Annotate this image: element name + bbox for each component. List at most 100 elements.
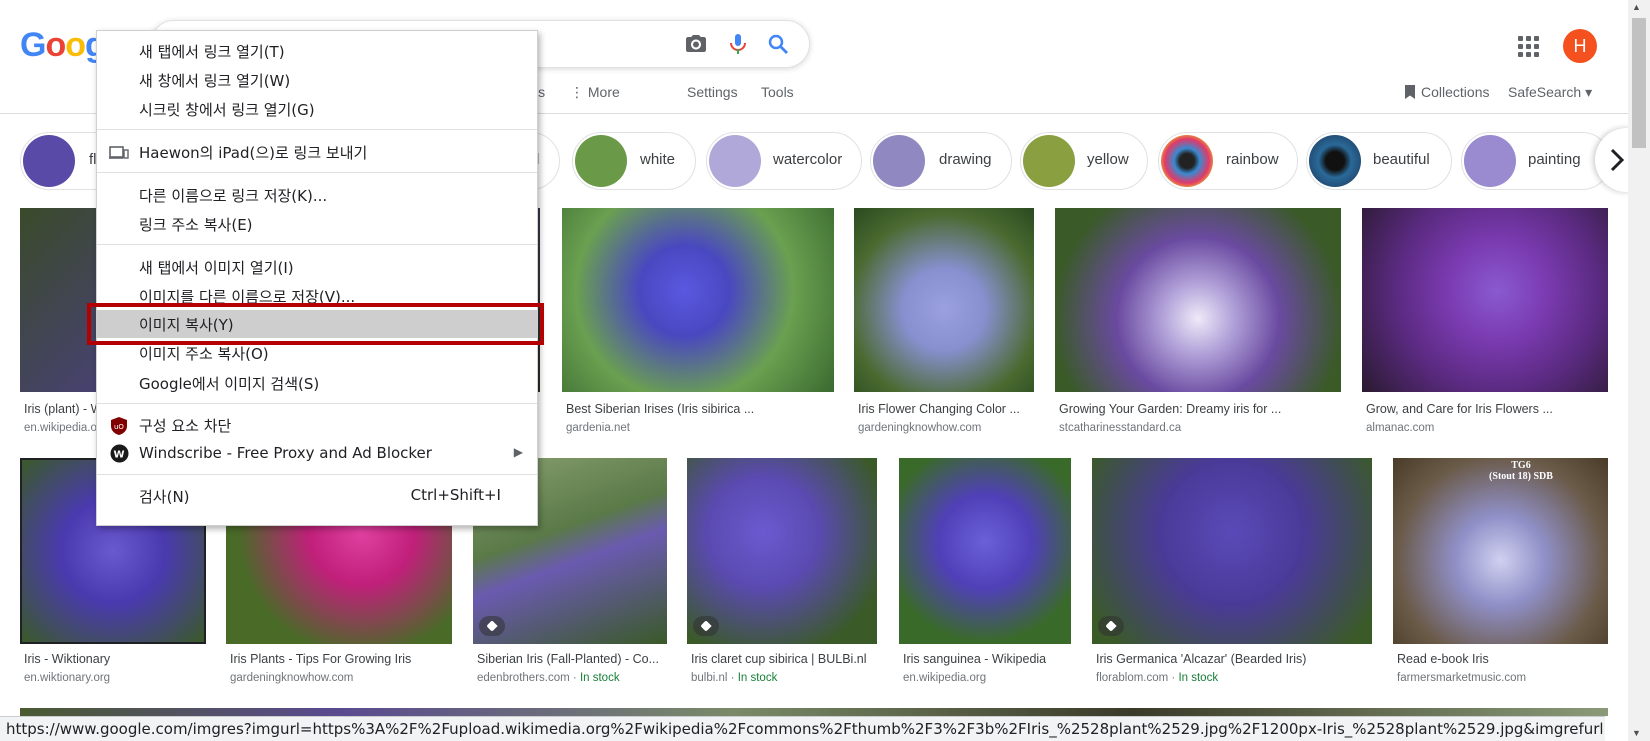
camera-icon[interactable] [684,32,708,56]
menu-item-label: Windscribe - Free Proxy and Ad Blocker [139,444,432,462]
result-card[interactable]: Iris Flower Changing Color ... gardening… [854,208,1034,438]
menu-send-to-device[interactable]: Haewon의 iPad(으)로 링크 보내기 [97,138,537,166]
nav-more[interactable]: ⋮ More [570,84,620,101]
chip-thumbnail [1023,135,1075,187]
result-source: farmersmarketmusic.com [1397,672,1527,684]
chip-label: white [640,151,676,168]
result-image[interactable] [1393,458,1608,644]
result-card[interactable]: TG6 (Stout 18) SDB Read e-book Iris farm… [1393,458,1608,688]
search-icon[interactable] [766,32,790,56]
menu-item-label: 이미지 주소 복사(O) [139,345,269,363]
result-source: almanac.com [1366,422,1435,434]
result-source: stcatharinesstandard.ca [1059,422,1182,434]
result-title[interactable]: Read e-book Iris [1397,652,1489,666]
nav-collections[interactable]: Collections [1405,84,1489,100]
chip-label: beautiful [1373,151,1430,168]
menu-item-label: 새 탭에서 이미지 열기(I) [139,259,294,277]
result-image[interactable] [854,208,1034,392]
menu-item-label: 구성 요소 차단 [139,417,232,435]
chip-yellow[interactable]: yellow [1020,132,1148,190]
menu-copy-link-address[interactable]: 링크 주소 복사(E) [97,210,537,238]
highlight-annotation-box [87,303,544,345]
source-domain: florablom.com [1096,672,1169,684]
stock-status: In stock [1178,672,1219,684]
svg-text:W: W [114,450,125,461]
menu-item-label: 링크 주소 복사(E) [139,216,253,234]
chip-drawing[interactable]: drawing [870,132,1012,190]
menu-item-label: 검사(N) [139,488,190,506]
menu-item-shortcut: Ctrl+Shift+I [410,486,501,504]
result-title[interactable]: Grow, and Care for Iris Flowers ... [1366,402,1553,416]
scroll-up-icon[interactable]: ▲ [1632,2,1641,12]
nav-settings[interactable]: Settings [687,84,738,100]
result-title[interactable]: Best Siberian Irises (Iris sibirica ... [566,402,754,416]
result-image[interactable] [899,458,1071,644]
result-image[interactable] [1092,458,1372,644]
result-source: en.wiktionary.org [24,672,111,684]
bookmark-icon [1405,85,1415,99]
result-card[interactable]: Grow, and Care for Iris Flowers ... alma… [1362,208,1608,438]
mic-icon[interactable] [726,32,750,56]
chip-beautiful[interactable]: beautiful [1306,132,1452,190]
result-source: gardenia.net [566,422,630,434]
menu-open-link-new-window[interactable]: 새 창에서 링크 열기(W) [97,66,537,94]
result-title[interactable]: Growing Your Garden: Dreamy iris for ... [1059,402,1281,416]
image-overlay-text: TG6 (Stout 18) SDB [1489,460,1553,482]
result-card[interactable]: Best Siberian Irises (Iris sibirica ... … [562,208,834,438]
result-title[interactable]: Iris sanguinea - Wikipedia [903,652,1046,666]
menu-open-link-new-tab[interactable]: 새 탭에서 링크 열기(T) [97,37,537,65]
result-image[interactable] [1055,208,1341,392]
menu-block-element[interactable]: uO 구성 요소 차단 [97,411,537,439]
chip-painting[interactable]: painting [1461,132,1611,190]
nav-tools[interactable]: Tools [761,84,794,100]
result-title[interactable]: Iris - Wiktionary [24,652,110,666]
nav-safesearch[interactable]: SafeSearch ▾ [1508,84,1592,101]
result-card[interactable]: Iris claret cup sibirica | BULBi.nl bulb… [687,458,877,688]
result-title[interactable]: Siberian Iris (Fall-Planted) - Co... [477,652,663,666]
source-domain: bulbi.nl [691,672,728,684]
menu-windscribe[interactable]: W Windscribe - Free Proxy and Ad Blocker… [97,440,537,468]
chip-label: painting [1528,151,1581,168]
result-card[interactable]: Iris Germanica 'Alcazar' (Bearded Iris) … [1092,458,1372,688]
result-card[interactable]: Growing Your Garden: Dreamy iris for ...… [1055,208,1341,438]
result-title[interactable]: Iris claret cup sibirica | BULBi.nl [691,652,867,666]
result-title[interactable]: Iris Germanica 'Alcazar' (Bearded Iris) [1096,652,1306,666]
avatar[interactable]: H [1563,29,1597,63]
chip-label: yellow [1087,151,1129,168]
google-logo[interactable]: Goog [20,26,106,65]
chevron-right-icon [1610,148,1625,172]
menu-save-link-as[interactable]: 다른 이름으로 링크 저장(K)... [97,181,537,209]
menu-item-label: Google에서 이미지 검색(S) [139,375,320,393]
result-image[interactable] [1362,208,1608,392]
chip-white[interactable]: white [572,132,696,190]
menu-separator [97,129,537,130]
logo-letter-o2: o [65,26,86,64]
result-source: en.wikipedia.o [24,422,97,434]
shopping-tag-icon [693,616,719,636]
result-card[interactable]: Iris sanguinea - Wikipedia en.wikipedia.… [899,458,1071,688]
result-row-peek [20,708,1608,716]
apps-icon[interactable] [1518,36,1540,58]
menu-open-image-new-tab[interactable]: 새 탭에서 이미지 열기(I) [97,253,537,281]
windscribe-icon: W [110,444,129,463]
result-title[interactable]: Iris Plants - Tips For Growing Iris [230,652,411,666]
menu-search-google-for-image[interactable]: Google에서 이미지 검색(S) [97,369,537,397]
chip-thumbnail [575,135,627,187]
chip-watercolor[interactable]: watercolor [706,132,862,190]
menu-inspect[interactable]: 검사(N) Ctrl+Shift+I [97,482,537,510]
result-source: florablom.com · In stock [1096,672,1219,684]
result-image[interactable] [687,458,877,644]
chip-rainbow[interactable]: rainbow [1158,132,1298,190]
chip-label: watercolor [773,151,843,168]
scroll-down-icon[interactable]: ▼ [1632,728,1641,738]
shopping-tag-icon [479,616,505,636]
result-title[interactable]: Iris Flower Changing Color ... [858,402,1020,416]
menu-item-label: 새 탭에서 링크 열기(T) [139,43,285,61]
scrollbar-thumb[interactable] [1632,18,1646,148]
menu-item-label: 다른 이름으로 링크 저장(K)... [139,187,328,205]
menu-separator [97,474,537,475]
menu-open-link-incognito[interactable]: 시크릿 창에서 링크 열기(G) [97,95,537,123]
result-image[interactable] [562,208,834,392]
menu-item-label: Haewon의 iPad(으)로 링크 보내기 [139,144,368,162]
shopping-tag-icon [1098,616,1124,636]
